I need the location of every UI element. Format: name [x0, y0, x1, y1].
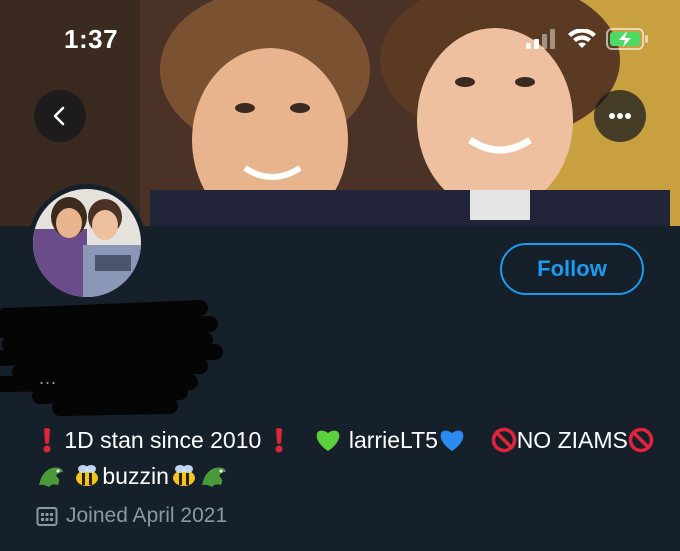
red-exclamation-icon: [275, 428, 283, 453]
bio-text-no-ziams: NO ZIAMS: [516, 427, 628, 453]
avatar-photo: [33, 189, 141, 297]
bee-icon: [76, 465, 99, 486]
joined-text: Joined April 2021: [66, 504, 228, 527]
status-time: 1:37: [64, 24, 119, 54]
more-horizontal-icon: [609, 113, 631, 119]
back-button[interactable]: [34, 90, 86, 142]
chevron-left-icon: [53, 106, 65, 126]
bio-text-username: larrieLT5: [348, 427, 438, 453]
profile-handle: …: [38, 368, 57, 389]
joined-date: Joined April 2021: [36, 504, 227, 528]
prohibited-icon: [491, 427, 516, 453]
bio-text-stan: 1D stan since 2010: [64, 427, 262, 453]
bee-icon: [172, 465, 195, 486]
redacted-name-scribble: [0, 300, 223, 416]
battery-charging-icon: [606, 28, 648, 50]
avatar[interactable]: [28, 184, 146, 302]
profile-screen: 1:37 Follow … 1D stan since 2010 larrieL…: [0, 0, 680, 551]
red-exclamation-icon: [43, 428, 51, 453]
green-heart-icon: [317, 430, 340, 451]
blue-heart-icon: [440, 430, 464, 451]
follow-button[interactable]: Follow: [500, 243, 644, 295]
wifi-icon: [568, 29, 596, 48]
crocodile-icon: [201, 467, 226, 487]
bio-text-buzzin: buzzin: [102, 463, 169, 489]
status-icons: [526, 28, 650, 50]
more-options-button[interactable]: [594, 90, 646, 142]
profile-bio: 1D stan since 2010 larrieLT5 NO ZIAMS bu…: [36, 422, 656, 494]
signal-icon: [526, 29, 555, 49]
crocodile-icon: [39, 467, 63, 487]
prohibited-icon: [628, 427, 654, 453]
calendar-icon: [36, 507, 58, 526]
